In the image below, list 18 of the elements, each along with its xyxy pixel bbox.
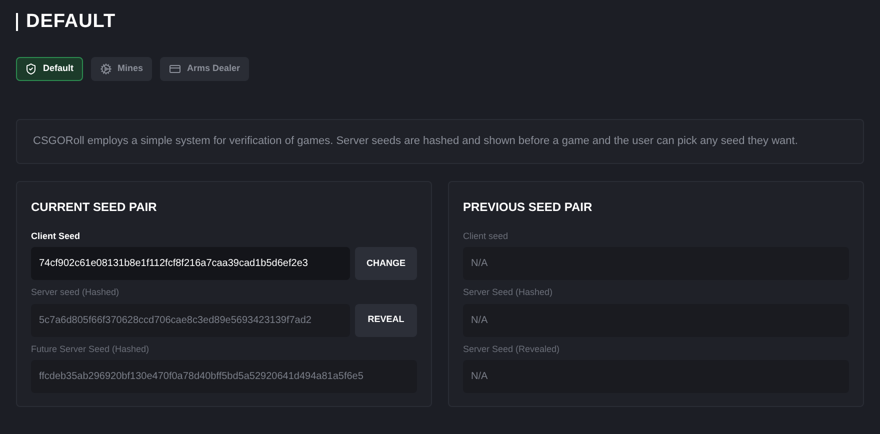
page-title: DEFAULT <box>26 10 116 34</box>
field-label: Future Server Seed (Hashed) <box>31 342 150 356</box>
tab[interactable]: Mines <box>90 56 152 80</box>
shield-icon <box>25 62 37 74</box>
tab[interactable]: Default <box>16 56 83 80</box>
gear-icon <box>100 62 112 74</box>
field-label: Server Seed (Hashed) <box>463 286 554 299</box>
panel-title: CURRENT SEED PAIR <box>31 198 158 216</box>
card-icon <box>169 62 182 74</box>
field-label: Server Seed (Revealed) <box>463 342 561 356</box>
tab[interactable]: Arms Dealer <box>160 56 250 80</box>
field-label: Server seed (Hashed) <box>31 286 120 299</box>
panel-title: PREVIOUS SEED PAIR <box>463 198 594 216</box>
field-label: Client seed <box>463 230 510 242</box>
field-label: Client Seed <box>31 230 82 242</box>
action-button[interactable]: CHANGE <box>355 247 417 280</box>
seed-field[interactable]: 74cf902c61e08131b8e1f112fcf8f216a7caa39cad1b5d6ef2e3 <box>31 247 350 280</box>
intro-text: CSGORoll employs a simple system for verification of games. Server seeds are hashed and shown before a game and the user can pick any seed they want. <box>33 134 798 149</box>
